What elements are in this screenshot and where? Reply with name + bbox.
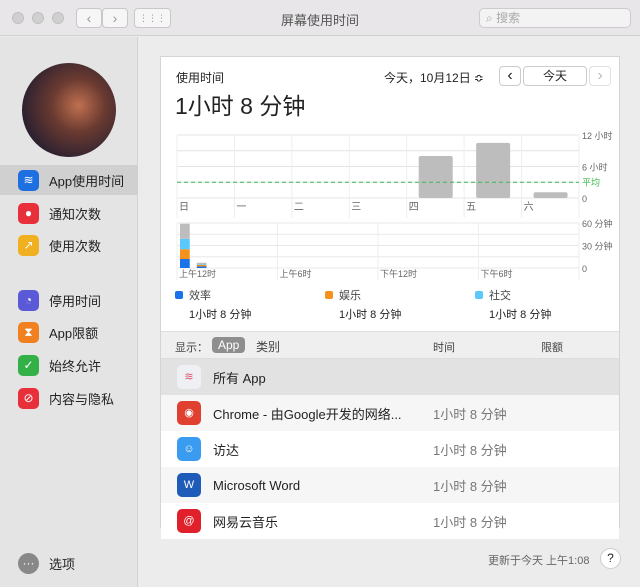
app-icon: ≋ (177, 365, 201, 389)
day-bar (476, 142, 511, 198)
y-tick-label: 30 分钟 (582, 241, 613, 252)
sidebar-item-6[interactable]: ⊘ 内容与隐私 (0, 383, 138, 413)
legend-value: 1小时 8 分钟 (339, 309, 402, 321)
sidebar-item-5[interactable]: ✓ 始终允许 (0, 350, 138, 380)
legend-item: 娱乐 (325, 287, 361, 303)
hour-bar-segment (196, 264, 207, 265)
column-time[interactable]: 时间 (433, 339, 455, 355)
average-label: 平均 (582, 176, 600, 187)
segment-category[interactable]: 类别 (256, 338, 280, 355)
app-icon: @ (177, 509, 201, 533)
sidebar-item-4[interactable]: ⧗ App限额 (0, 317, 138, 347)
y-tick-label: 12 小时 (582, 130, 613, 141)
y-tick-label: 60 分钟 (582, 218, 613, 229)
x-tick-label: 六 (524, 201, 534, 213)
avatar (22, 63, 116, 157)
legend-item: 社交 (475, 287, 511, 303)
sidebar-item-1[interactable]: ● 通知次数 (0, 198, 138, 228)
x-tick-label: 二 (294, 202, 304, 213)
x-tick-label: 日 (179, 202, 189, 213)
day-bar (418, 156, 453, 198)
restriction-icon: ⊘ (18, 387, 39, 409)
layers-icon: ≋ (18, 169, 39, 191)
x-tick-label: 一 (236, 202, 246, 213)
table-row[interactable]: @ 网易云音乐 1小时 8 分钟 (161, 503, 619, 539)
legend-item: 效率 (175, 287, 211, 303)
sidebar-item-0[interactable]: ≋ App使用时间 (0, 165, 138, 195)
x-tick-label: 下午6时 (481, 268, 513, 279)
y-tick-label: 0 (582, 264, 587, 274)
checkmark-icon: ✓ (18, 354, 39, 376)
app-icon: ◉ (177, 401, 201, 425)
segment-app[interactable]: App (212, 337, 246, 353)
table-row[interactable]: ≋ 所有 App (161, 359, 619, 395)
table-row[interactable]: W Microsoft Word 1小时 8 分钟 (161, 467, 619, 503)
y-tick-label: 6 小时 (582, 162, 608, 173)
date-selector[interactable]: 今天，10月12日 ≎ (384, 69, 484, 86)
hourglass-icon: ⧗ (18, 321, 39, 343)
legend-value: 1小时 8 分钟 (489, 309, 552, 321)
pickups-icon: ↗ (18, 234, 39, 256)
y-tick-label: 0 (582, 194, 587, 204)
downtime-icon: ◔ (18, 289, 39, 311)
table-row[interactable]: ◉ Chrome - 由Google开发的网络... 1小时 8 分钟 (161, 395, 619, 431)
column-limit[interactable]: 限额 (541, 339, 563, 355)
previous-day-button[interactable]: ‹ (499, 66, 521, 86)
x-tick-label: 上午12时 (179, 268, 216, 279)
usage-label: 使用时间 (176, 71, 225, 85)
sidebar: ≋ App使用时间 ● 通知次数 ↗ 使用次数 ◔ 停用时间 ⧗ App限额 ✓ 始终允许 ⊘ 内容与隐私… (0, 37, 138, 587)
hour-bar-segment (180, 223, 190, 239)
hour-bar-segment (196, 265, 207, 267)
hour-bar-segment (180, 259, 190, 268)
usage-charts: 日 一 二 三 四 五 六 12 小时 6 小时 0 平均上午12时 上午6时 下午12时 下午6时 60 … (176, 130, 613, 280)
more-icon: ··· (18, 552, 39, 574)
next-day-button[interactable]: › (589, 66, 611, 86)
x-tick-label: 四 (409, 202, 419, 213)
title-bar: ‹ › ⋮⋮⋮ 屏幕使用时间 ⌕ 搜索 (0, 0, 640, 36)
search-icon: ⌕ (486, 11, 497, 25)
x-tick-label: 上午6时 (280, 268, 312, 279)
today-button[interactable]: 今天 (523, 66, 587, 86)
notification-icon: ● (18, 202, 39, 224)
usage-panel: 使用时间 1小时 8 分钟 今天，10月12日 ≎ ‹ 今天 › 日 一 二 三 四 五 六… (160, 56, 620, 539)
sidebar-item-3[interactable]: ◔ 停用时间 (0, 285, 138, 315)
x-tick-label: 下午12时 (380, 268, 417, 279)
day-bar (533, 192, 568, 198)
x-tick-label: 三 (351, 202, 361, 213)
x-tick-label: 五 (466, 202, 476, 213)
table-header: 显示： App 类别 时间 限额 (161, 331, 619, 359)
app-icon: W (177, 473, 201, 497)
table-row[interactable]: ☺ 访达 1小时 8 分钟 (161, 431, 619, 467)
hour-bar-segment (196, 262, 207, 265)
app-icon: ☺ (177, 437, 201, 461)
search-input[interactable]: ⌕ 搜索 (479, 8, 631, 28)
sidebar-item-2[interactable]: ↗ 使用次数 (0, 230, 138, 260)
hour-bar-segment (180, 249, 190, 259)
total-usage: 1小时 8 分钟 (175, 93, 306, 119)
hour-bar-segment (196, 266, 207, 268)
hour-bar-segment (180, 238, 190, 250)
help-button[interactable]: ? (600, 548, 621, 569)
updated-status: 更新于今天 上午1:08 (488, 555, 590, 567)
legend-value: 1小时 8 分钟 (189, 309, 252, 321)
options-button[interactable]: ··· 选项 (0, 548, 138, 578)
